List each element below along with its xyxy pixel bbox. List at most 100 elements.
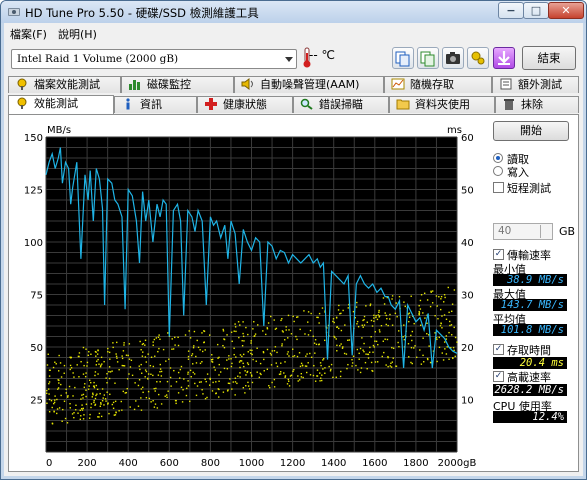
screenshot-button[interactable]	[442, 47, 464, 69]
chevron-down-icon[interactable]	[285, 57, 293, 62]
access-time-point	[250, 342, 252, 344]
access-time-point	[276, 351, 278, 354]
access-time-point	[419, 324, 422, 327]
start-button[interactable]: 開始	[493, 121, 569, 141]
minimize-button[interactable]: −	[498, 2, 524, 19]
options-button[interactable]	[467, 47, 489, 69]
access-time-checkbox[interactable]: ✓	[493, 344, 504, 355]
access-time-point	[58, 382, 60, 384]
tab-random-access[interactable]: 隨機存取	[384, 76, 492, 93]
access-time-point	[139, 368, 141, 371]
access-time-point	[60, 376, 63, 378]
transfer-rate-checkbox[interactable]: ✓	[493, 249, 504, 260]
access-time-point	[205, 380, 207, 383]
access-time-point	[284, 361, 286, 363]
access-time-point	[356, 348, 359, 351]
access-time-point	[320, 377, 322, 379]
access-time-point	[256, 347, 258, 349]
close-button[interactable]: ✕	[548, 2, 584, 19]
access-time-point	[140, 363, 142, 366]
access-time-point	[48, 382, 50, 385]
access-time-point	[397, 341, 399, 344]
access-time-point	[423, 292, 426, 294]
write-radio[interactable]	[493, 166, 503, 176]
tab-erase[interactable]: 抹除	[495, 96, 579, 113]
access-time-point	[180, 365, 183, 368]
copy-screen-icon	[420, 51, 435, 67]
access-time-point	[126, 378, 129, 380]
access-time-point	[177, 344, 180, 347]
short-test-checkbox[interactable]	[493, 182, 504, 193]
read-radio[interactable]	[493, 153, 503, 163]
access-time-point	[239, 366, 241, 369]
tab-health[interactable]: 健康狀態	[197, 96, 293, 113]
access-time-value: 20.4 ms	[493, 357, 567, 369]
access-time-point	[418, 310, 420, 313]
tab-label: 效能測試	[34, 97, 78, 110]
exit-button[interactable]: 結束	[522, 46, 576, 70]
access-time-point	[242, 332, 244, 335]
maximize-button[interactable]: □	[523, 2, 549, 19]
access-time-point	[443, 294, 446, 296]
access-time-point	[381, 355, 383, 358]
burst-rate-checkbox[interactable]: ✓	[493, 371, 504, 382]
copy-info-button[interactable]	[392, 47, 414, 69]
download-button[interactable]	[493, 47, 515, 69]
access-time-point	[215, 381, 217, 383]
transfer-chart: 25 50 75 100 125 150 10 20 30 40 50 60 0 200 400 600 8…	[24, 125, 477, 469]
access-time-point	[228, 355, 230, 357]
access-time-point	[66, 422, 69, 424]
access-time-point	[382, 297, 385, 299]
spinner-arrows-icon[interactable]	[540, 225, 551, 238]
access-time-point	[54, 399, 56, 401]
access-time-point	[339, 344, 341, 347]
access-time-point	[387, 356, 389, 359]
access-time-point	[94, 403, 97, 406]
tab-label: 資料夾使用	[415, 98, 470, 111]
tab-file-benchmark[interactable]: 檔案效能測試	[8, 76, 121, 93]
access-time-point	[391, 298, 393, 300]
tab-disk-monitor[interactable]: 磁碟監控	[121, 76, 234, 93]
tab-folder-usage[interactable]: 資料夾使用	[389, 96, 495, 113]
copy-screen-button[interactable]	[417, 47, 439, 69]
menu-help[interactable]: 說明(H)	[58, 26, 97, 42]
tab-extra-tests[interactable]: 額外測試	[492, 76, 579, 93]
access-time-point	[46, 402, 48, 404]
title-bar[interactable]: HD Tune Pro 5.50 - 硬碟/SSD 檢測維護工具 − □ ✕	[1, 1, 586, 23]
tab-aam[interactable]: 自動噪聲管理(AAM)	[234, 76, 384, 93]
access-time-point	[243, 365, 245, 368]
access-time-point	[362, 326, 364, 328]
access-time-point	[182, 389, 184, 391]
access-time-point	[152, 400, 154, 402]
access-time-point	[112, 401, 115, 404]
menu-file[interactable]: 檔案(F)	[10, 26, 47, 42]
tab-benchmark[interactable]: 效能測試	[8, 95, 114, 114]
access-time-point	[365, 305, 367, 307]
short-test-size-spinner[interactable]: 40	[493, 223, 553, 240]
access-time-point	[273, 386, 276, 388]
access-time-point	[198, 381, 201, 383]
access-time-point	[179, 377, 181, 379]
access-time-point	[134, 382, 136, 384]
y-left-tick-label: 25	[30, 396, 43, 407]
access-time-point	[116, 357, 118, 359]
drive-select[interactable]: Intel Raid 1 Volume (2000 gB)	[11, 49, 297, 69]
access-time-point	[347, 363, 349, 366]
tab-error-scan[interactable]: 錯誤掃瞄	[293, 96, 389, 113]
access-time-point	[243, 340, 245, 342]
access-time-point	[199, 349, 201, 351]
access-time-point	[436, 360, 438, 363]
access-time-point	[370, 361, 373, 364]
access-time-point	[243, 353, 245, 356]
access-time-point	[443, 341, 446, 343]
access-time-point	[73, 376, 75, 378]
access-time-point	[144, 369, 147, 371]
tab-info[interactable]: 資訊	[114, 96, 197, 113]
access-time-point	[137, 405, 140, 407]
access-time-point	[440, 295, 443, 298]
access-time-point	[307, 362, 309, 364]
access-time-point	[103, 360, 105, 363]
access-time-point	[154, 390, 156, 392]
access-time-point	[48, 381, 51, 383]
access-time-point	[376, 318, 379, 321]
